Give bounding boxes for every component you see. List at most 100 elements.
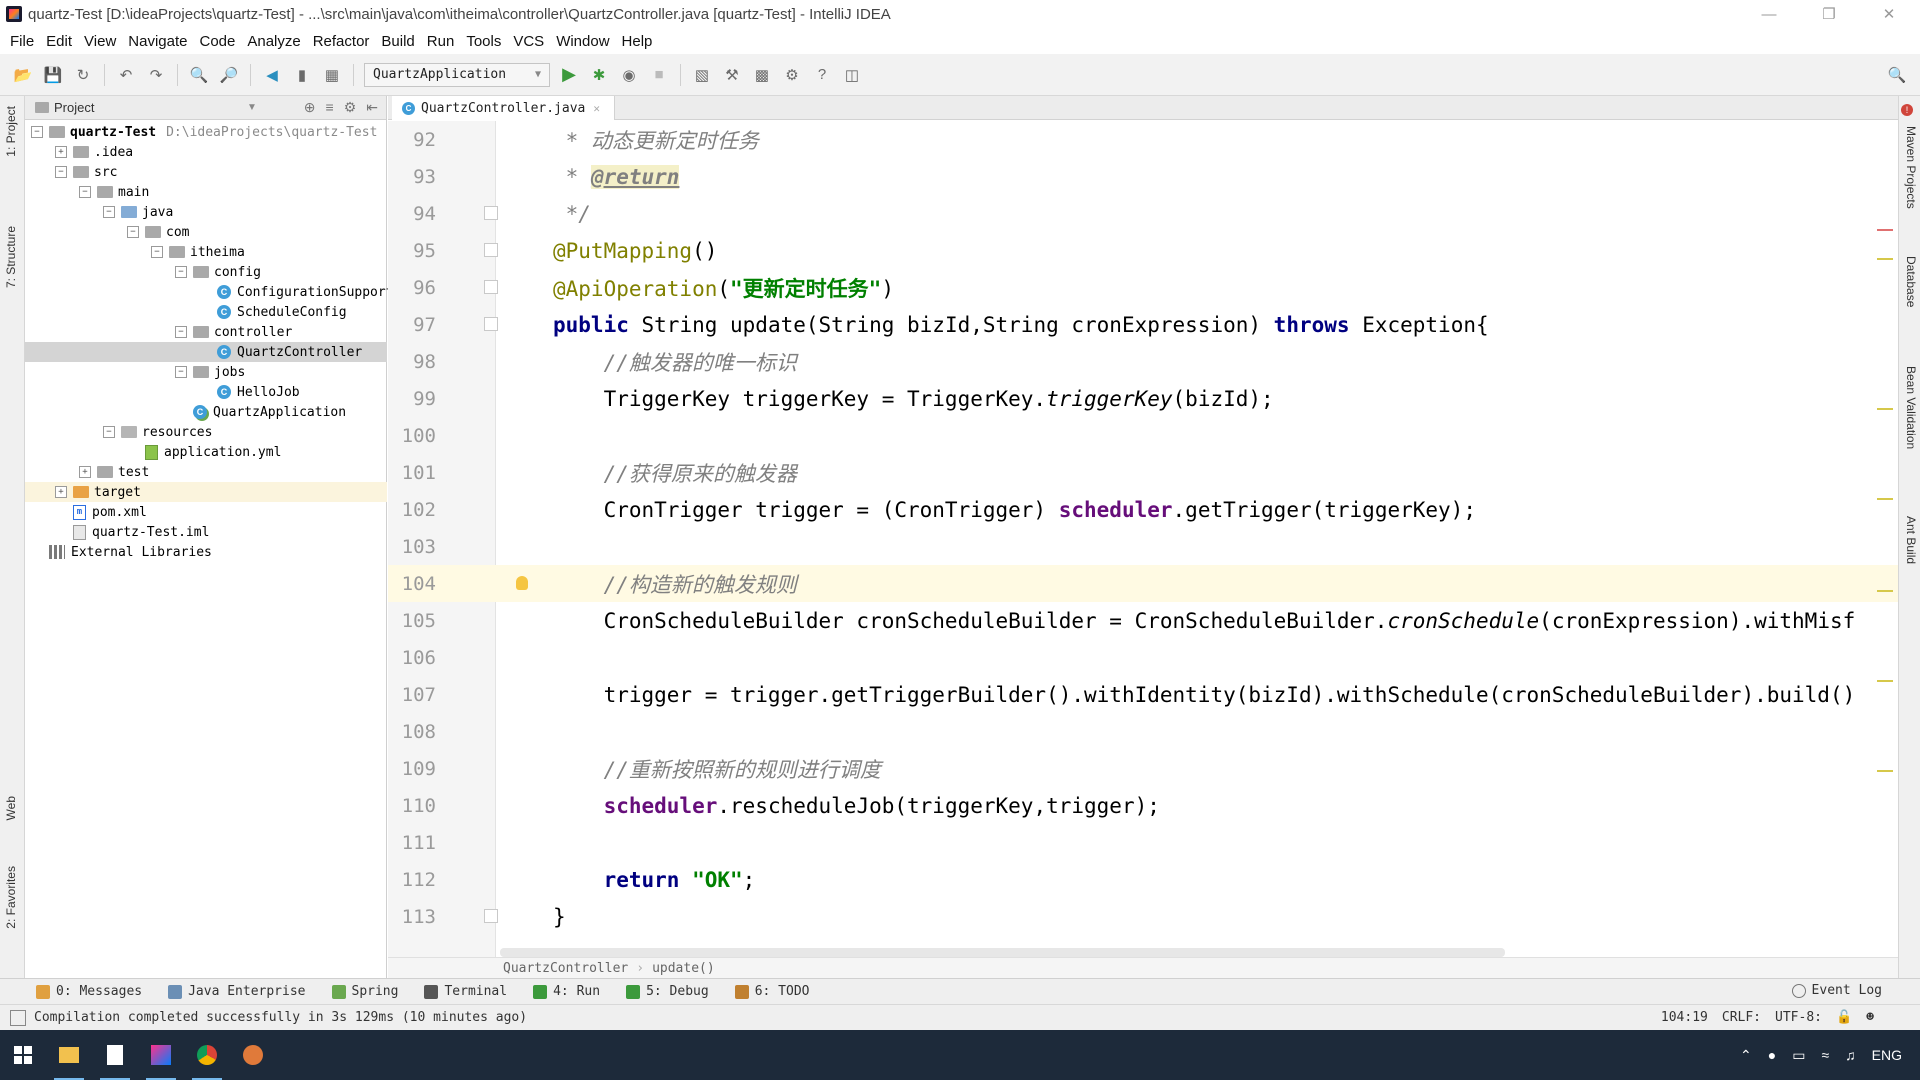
warning-marker[interactable]: [1877, 498, 1893, 500]
tree-item[interactable]: − controller: [25, 322, 387, 342]
tree-item[interactable]: − quartz-Test D:\ideaProjects\quartz-Test: [25, 122, 387, 142]
warning-marker[interactable]: [1877, 590, 1893, 592]
tree-item[interactable]: C ScheduleConfig: [25, 302, 387, 322]
code-line[interactable]: 92 * 动态更新定时任务: [388, 121, 1898, 158]
fold-marker-icon[interactable]: [484, 243, 498, 257]
collapse-icon[interactable]: −: [55, 166, 67, 178]
fold-marker-icon[interactable]: [484, 317, 498, 331]
tool-window-messages[interactable]: 0: Messages: [36, 984, 142, 999]
tree-item[interactable]: − main: [25, 182, 387, 202]
code-line[interactable]: 100: [388, 417, 1898, 454]
code-line[interactable]: 110 scheduler.rescheduleJob(triggerKey,t…: [388, 787, 1898, 824]
code-line[interactable]: 95 @PutMapping(): [388, 232, 1898, 269]
breadcrumb-method[interactable]: update(): [652, 961, 715, 976]
volume-icon[interactable]: ♫: [1845, 1047, 1856, 1063]
tree-item[interactable]: C HelloJob: [25, 382, 387, 402]
tree-item[interactable]: m pom.xml: [25, 502, 387, 522]
tree-item[interactable]: C QuartzApplication: [25, 402, 387, 422]
horizontal-scrollbar[interactable]: [500, 948, 1505, 957]
collapse-icon[interactable]: −: [175, 366, 187, 378]
code-line[interactable]: 93 * @return: [388, 158, 1898, 195]
menu-item-navigate[interactable]: Navigate: [122, 33, 193, 50]
code-line[interactable]: 113}: [388, 898, 1898, 935]
inspector-icon[interactable]: ☻: [1866, 1010, 1874, 1025]
code-line[interactable]: 111: [388, 824, 1898, 861]
fold-marker-icon[interactable]: [484, 909, 498, 923]
build-icon[interactable]: ▦: [320, 63, 344, 87]
code-line[interactable]: 106: [388, 639, 1898, 676]
line-separator[interactable]: CRLF:: [1722, 1010, 1761, 1025]
maximize-icon[interactable]: ❐: [1800, 0, 1858, 28]
menu-item-vcs[interactable]: VCS: [507, 33, 550, 50]
stop-icon[interactable]: ■: [647, 63, 671, 87]
attach-icon[interactable]: ▧: [690, 63, 714, 87]
help-icon[interactable]: ?: [810, 63, 834, 87]
code-line[interactable]: 107 trigger = trigger.getTriggerBuilder(…: [388, 676, 1898, 713]
tab-structure[interactable]: 7: Structure: [4, 226, 18, 288]
code-line[interactable]: 109 //重新按照新的规则进行调度: [388, 750, 1898, 787]
input-language[interactable]: ENG: [1872, 1047, 1902, 1063]
menu-item-file[interactable]: File: [4, 33, 40, 50]
code-line[interactable]: 105 CronScheduleBuilder cronScheduleBuil…: [388, 602, 1898, 639]
tool-window-terminal[interactable]: Terminal: [424, 984, 507, 999]
tree-item[interactable]: C ConfigurationSupport: [25, 282, 394, 302]
find-icon[interactable]: 🔍: [187, 63, 211, 87]
chevron-down-icon[interactable]: ▼: [247, 102, 257, 113]
hide-panel-icon[interactable]: ⇤: [366, 99, 378, 116]
coverage-icon[interactable]: ◉: [617, 63, 641, 87]
save-icon[interactable]: 💾: [41, 63, 65, 87]
tree-item[interactable]: + .idea: [25, 142, 387, 162]
tree-item[interactable]: − resources: [25, 422, 387, 442]
intention-bulb-icon[interactable]: [516, 576, 528, 590]
code-line[interactable]: 102 CronTrigger trigger = (CronTrigger) …: [388, 491, 1898, 528]
settings-icon[interactable]: ⚙: [780, 63, 804, 87]
fold-marker-icon[interactable]: [484, 280, 498, 294]
code-editor[interactable]: 92 * 动态更新定时任务 93 * @return 94 */95 @PutMapp…: [388, 121, 1898, 957]
code-line[interactable]: 97 public String update(String bizId,Stri…: [388, 306, 1898, 343]
app-taskbar-icon[interactable]: [230, 1030, 276, 1080]
tree-item[interactable]: quartz-Test.iml: [25, 522, 387, 542]
warning-marker[interactable]: [1877, 680, 1893, 682]
tab-ant-build[interactable]: Ant Build: [1904, 516, 1918, 564]
tab-project[interactable]: 1: Project: [4, 106, 18, 157]
menu-item-tools[interactable]: Tools: [460, 33, 507, 50]
tool-window-todo[interactable]: 6: TODO: [734, 984, 809, 999]
expand-icon[interactable]: +: [79, 466, 91, 478]
tree-item[interactable]: − config: [25, 262, 387, 282]
event-log-button[interactable]: Event Log: [1791, 983, 1882, 998]
code-line[interactable]: 104 //构造新的触发规则: [388, 565, 1898, 602]
collapse-icon[interactable]: −: [175, 326, 187, 338]
sync-icon[interactable]: ↻: [71, 63, 95, 87]
collapse-icon[interactable]: −: [151, 246, 163, 258]
intellij-taskbar-icon[interactable]: [138, 1030, 184, 1080]
minimize-icon[interactable]: —: [1740, 0, 1798, 28]
file-explorer-icon[interactable]: [46, 1030, 92, 1080]
menu-item-code[interactable]: Code: [193, 33, 241, 50]
collapse-icon[interactable]: −: [103, 426, 115, 438]
code-line[interactable]: 103: [388, 528, 1898, 565]
open-folder-icon[interactable]: 📂: [11, 63, 35, 87]
chrome-icon[interactable]: [184, 1030, 230, 1080]
search-icon[interactable]: 🔍: [1885, 63, 1909, 87]
menu-item-window[interactable]: Window: [550, 33, 615, 50]
warning-marker[interactable]: [1877, 408, 1893, 410]
code-line[interactable]: 94 */: [388, 195, 1898, 232]
menu-item-run[interactable]: Run: [421, 33, 461, 50]
gear-icon[interactable]: ⚙: [344, 99, 357, 116]
code-line[interactable]: 99 TriggerKey triggerKey = TriggerKey.tr…: [388, 380, 1898, 417]
tree-item[interactable]: − itheima: [25, 242, 387, 262]
menu-item-view[interactable]: View: [78, 33, 122, 50]
run-configuration-select[interactable]: QuartzApplication ▼: [364, 62, 550, 87]
menu-item-help[interactable]: Help: [616, 33, 659, 50]
code-line[interactable]: 108: [388, 713, 1898, 750]
tab-database[interactable]: Database: [1904, 256, 1918, 307]
file-encoding[interactable]: UTF-8:: [1775, 1010, 1822, 1025]
toggle-tool-windows-icon[interactable]: [10, 1009, 26, 1026]
structure-icon[interactable]: ▩: [750, 63, 774, 87]
error-marker[interactable]: [1877, 229, 1893, 231]
tree-item[interactable]: − jobs: [25, 362, 387, 382]
vcs-icon[interactable]: ⚒: [720, 63, 744, 87]
fold-marker-icon[interactable]: [484, 206, 498, 220]
tab-web[interactable]: Web: [4, 796, 18, 820]
collapse-icon[interactable]: −: [79, 186, 91, 198]
